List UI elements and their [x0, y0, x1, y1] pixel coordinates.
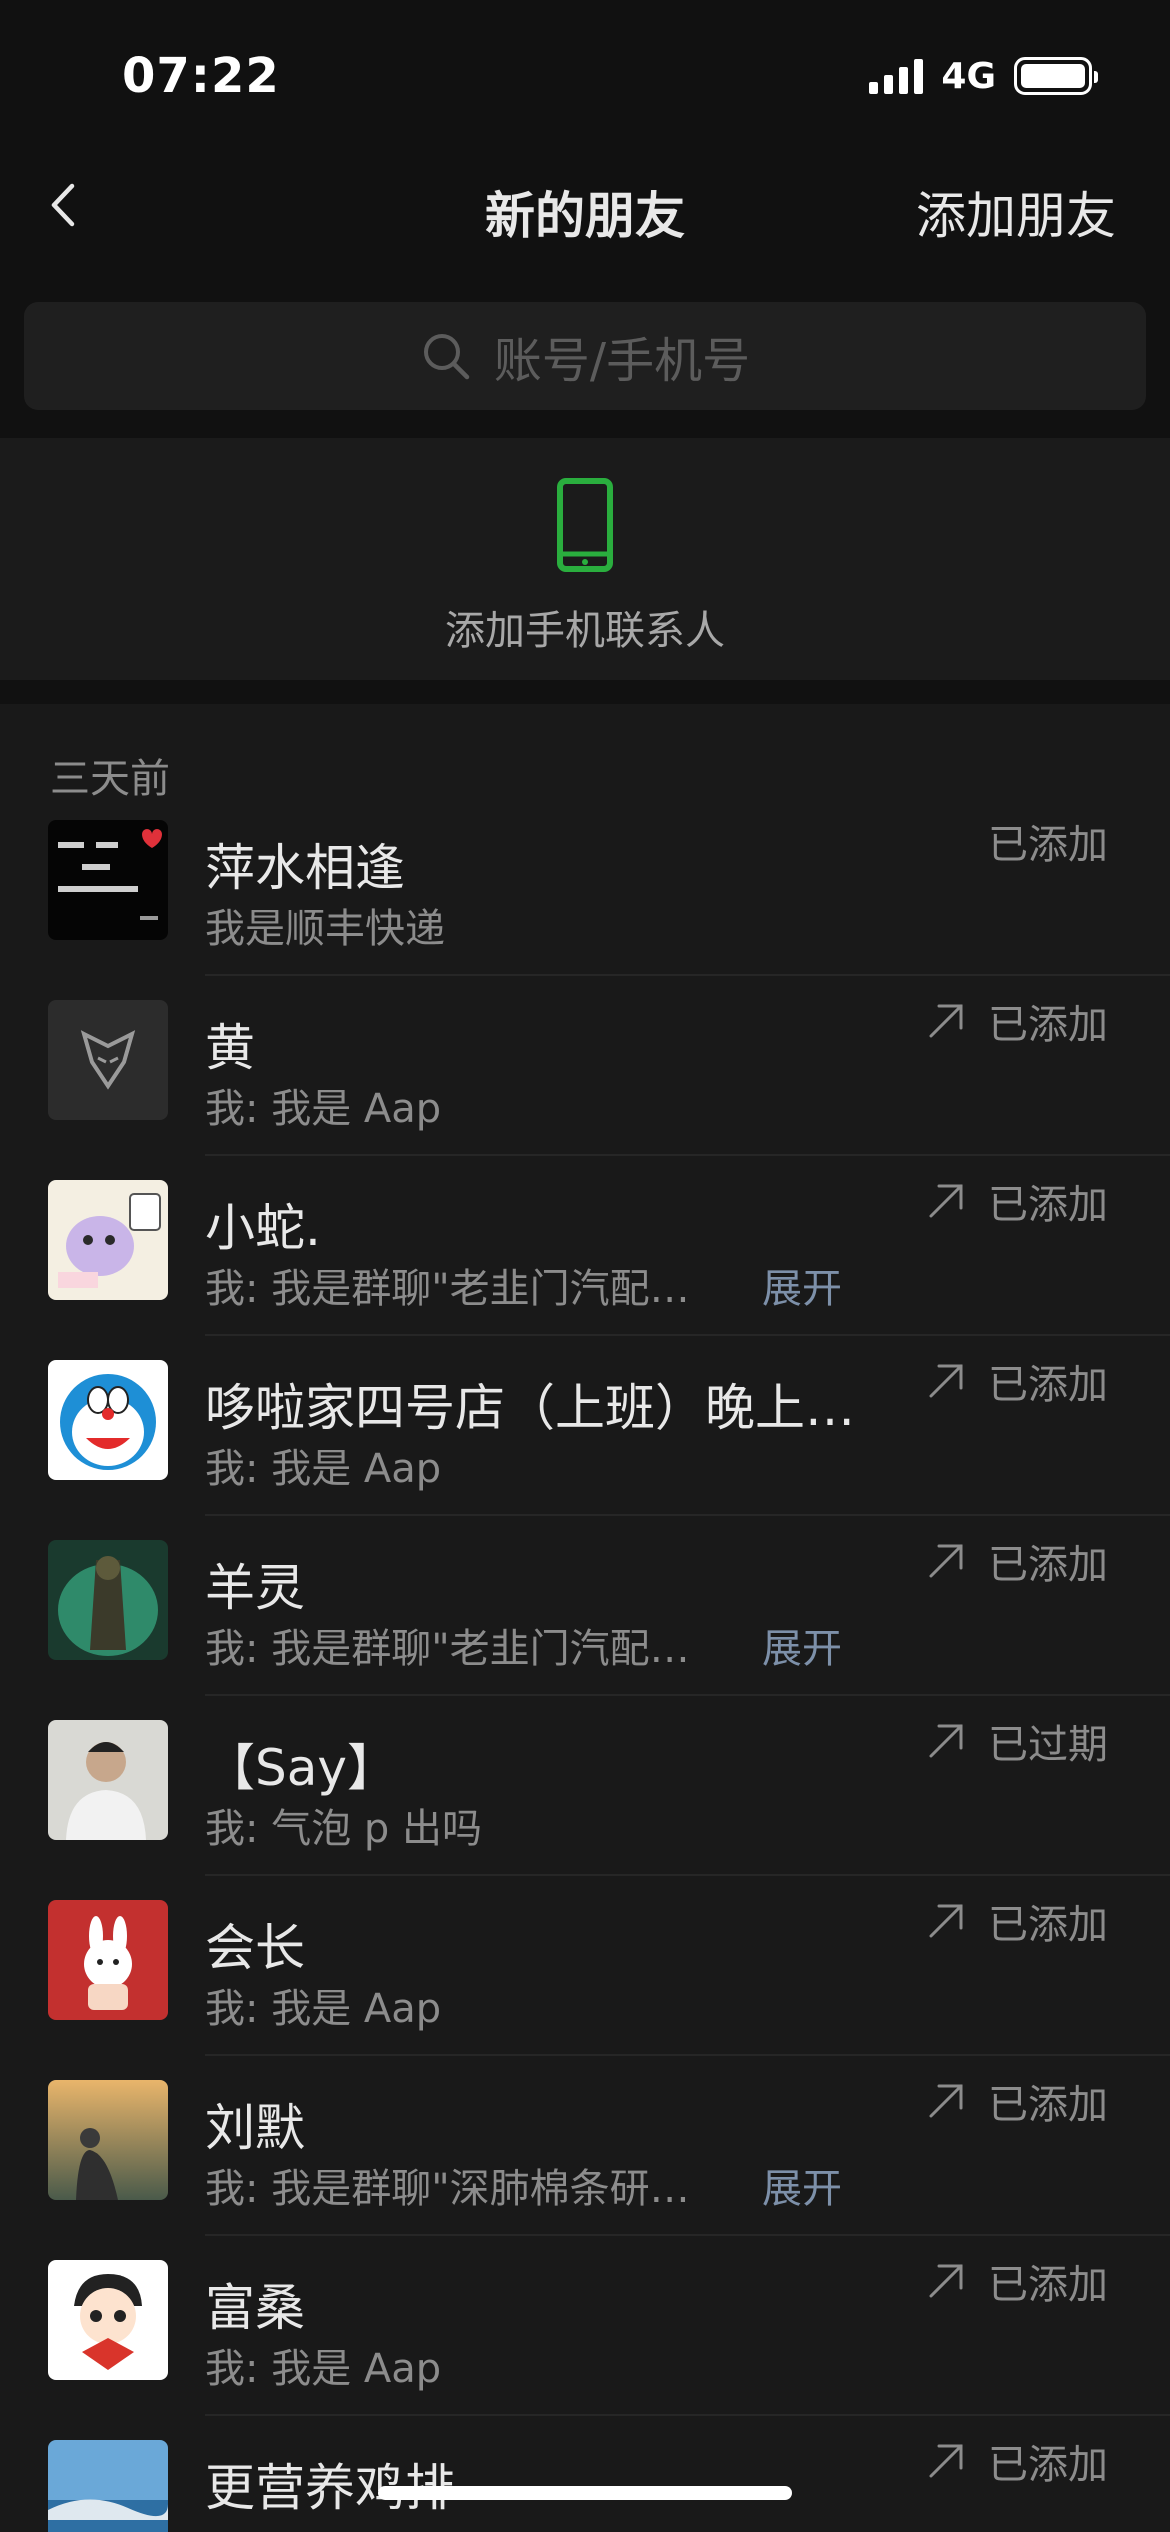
request-status: 已过期: [988, 1722, 1108, 1768]
contact-name: 萍水相逢: [205, 839, 405, 897]
arrow-up-right-icon: [929, 1544, 963, 1578]
request-status: 已添加: [988, 1542, 1108, 1588]
request-status: 已添加: [988, 822, 1108, 868]
search-input[interactable]: 账号/手机号: [24, 302, 1146, 410]
navigation-bar: 新的朋友 添加朋友: [0, 140, 1170, 270]
contact-name: 【Say】: [205, 1739, 397, 1797]
request-status: 已添加: [988, 1002, 1108, 1048]
friend-request-row[interactable]: 会长 我: 我是 Aap 已添加: [0, 1876, 1170, 2056]
arrow-up-right-icon: [929, 1364, 963, 1398]
request-status: 已添加: [988, 2442, 1108, 2488]
add-friend-button[interactable]: 添加朋友: [916, 176, 1116, 248]
friend-request-row[interactable]: 富桑 我: 我是 Aap 已添加: [0, 2236, 1170, 2416]
request-message: 我: 我是 Aap: [205, 1446, 442, 1492]
home-indicator[interactable]: [378, 2486, 792, 2500]
request-message: 我: 我是 Aap: [205, 1086, 442, 1132]
avatar[interactable]: [48, 820, 168, 940]
avatar[interactable]: [48, 1720, 168, 1840]
arrow-up-right-icon: [929, 1004, 963, 1038]
search-section: 账号/手机号: [0, 270, 1170, 438]
avatar[interactable]: [48, 1000, 168, 1120]
avatar[interactable]: [48, 1180, 168, 1300]
contact-name: 黄: [205, 1019, 255, 1077]
friend-request-row[interactable]: 哆啦家四号店（上班）晚上… 我: 我是 Aap 已添加: [0, 1336, 1170, 1516]
request-status: 已添加: [988, 1182, 1108, 1228]
request-status: 已添加: [988, 1902, 1108, 1948]
request-status: 已添加: [988, 2262, 1108, 2308]
request-status: 已添加: [988, 2082, 1108, 2128]
contact-name: 刘默: [205, 2099, 305, 2157]
cellular-signal-icon: [869, 58, 924, 94]
request-message: 我: 我是 Aap: [205, 2346, 442, 2392]
arrow-up-right-icon: [929, 1904, 963, 1938]
network-type: 4G: [941, 55, 996, 97]
friend-request-row[interactable]: 羊灵 我: 我是群聊"老韭门汽配… 展开 已添加: [0, 1516, 1170, 1696]
status-time: 07:22: [122, 48, 280, 104]
request-message: 我: 我是群聊"老韭门汽配…: [205, 1266, 690, 1312]
request-message: 我: 我是 Aap: [205, 1986, 442, 2032]
arrow-up-right-icon: [929, 2444, 963, 2478]
arrow-up-right-icon: [929, 2084, 963, 2118]
arrow-up-right-icon: [929, 2264, 963, 2298]
friend-request-row[interactable]: 更营养鸡排 已添加: [0, 2416, 1170, 2532]
status-indicators: 4G: [869, 55, 1098, 97]
friend-request-row[interactable]: 刘默 我: 我是群聊"深肺棉条研… 展开 已添加: [0, 2056, 1170, 2236]
search-placeholder: 账号/手机号: [493, 333, 751, 389]
friend-request-row[interactable]: 黄 我: 我是 Aap 已添加: [0, 976, 1170, 1156]
avatar[interactable]: [48, 1540, 168, 1660]
contact-name: 羊灵: [205, 1559, 305, 1617]
friend-request-row[interactable]: 萍水相逢 我是顺丰快递 已添加: [0, 796, 1170, 976]
arrow-up-right-icon: [929, 1184, 963, 1218]
contact-name: 会长: [205, 1919, 305, 1977]
phone-icon: [557, 478, 613, 572]
avatar[interactable]: [48, 1360, 168, 1480]
arrow-up-right-icon: [929, 1724, 963, 1758]
contact-name: 哆啦家四号店（上班）晚上…: [205, 1379, 855, 1437]
avatar[interactable]: [48, 2080, 168, 2200]
request-message: 我: 我是群聊"老韭门汽配…: [205, 1626, 690, 1672]
add-phone-contacts-button[interactable]: 添加手机联系人: [0, 438, 1170, 680]
avatar[interactable]: [48, 2440, 168, 2532]
contact-name: 更营养鸡排: [205, 2459, 455, 2517]
expand-link[interactable]: 展开: [762, 1256, 842, 1314]
add-phone-contacts-label: 添加手机联系人: [445, 608, 725, 654]
friend-request-row[interactable]: 小蛇. 我: 我是群聊"老韭门汽配… 展开 已添加: [0, 1156, 1170, 1336]
friend-request-row[interactable]: 【Say】 我: 气泡 p 出吗 已过期: [0, 1696, 1170, 1876]
contact-name: 富桑: [205, 2279, 305, 2337]
search-icon: [423, 334, 470, 380]
request-status: 已添加: [988, 1362, 1108, 1408]
avatar[interactable]: [48, 1900, 168, 2020]
contact-name: 小蛇.: [205, 1199, 321, 1257]
status-bar: 07:22 4G: [0, 0, 1170, 140]
friend-request-list: 三天前 萍水相逢 我是顺丰快递 已添加 黄 我: 我是 Aap 已添加 小蛇. …: [0, 704, 1170, 2532]
request-message: 我: 我是群聊"深肺棉条研…: [205, 2166, 690, 2212]
request-message: 我是顺丰快递: [205, 906, 445, 952]
request-message: 我: 气泡 p 出吗: [205, 1806, 483, 1852]
battery-icon: [1014, 57, 1098, 95]
avatar[interactable]: [48, 2260, 168, 2380]
expand-link[interactable]: 展开: [762, 2156, 842, 2214]
section-header: 三天前: [50, 756, 170, 802]
expand-link[interactable]: 展开: [762, 1616, 842, 1674]
